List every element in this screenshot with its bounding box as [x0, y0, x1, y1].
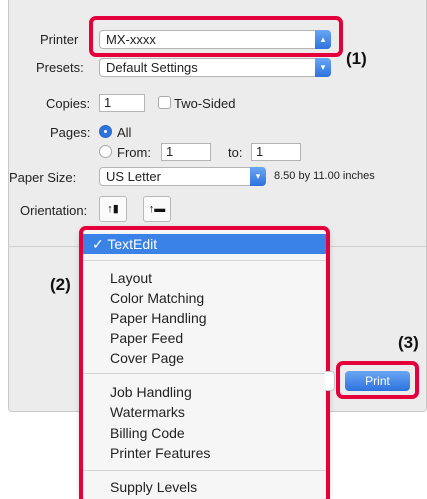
pages-label: Pages:	[50, 125, 91, 140]
orientation-label: Orientation:	[20, 203, 88, 218]
callout-3-label: (3)	[398, 333, 419, 352]
cancel-button[interactable]	[325, 371, 335, 391]
pages-from-label: From:	[117, 145, 151, 160]
callout-3-box	[336, 361, 419, 399]
paper-dimensions-text: 8.50 by 11.00 inches	[274, 170, 375, 182]
chevron-updown-icon: ▾	[250, 167, 266, 186]
presets-label: Presets:	[36, 60, 84, 75]
paper-size-label: Paper Size:	[9, 170, 77, 185]
pages-all-label: All	[117, 125, 132, 140]
copies-label: Copies:	[46, 96, 91, 111]
paper-size-value: US Letter	[106, 169, 161, 184]
pages-to-field[interactable]: 1	[251, 143, 301, 161]
paper-size-select[interactable]: US Letter ▾	[99, 167, 266, 186]
pages-to-label: to:	[228, 145, 243, 160]
pages-all-radio[interactable]	[99, 125, 112, 138]
presets-select[interactable]: Default Settings ▾	[99, 58, 331, 77]
callout-1-label: (1)	[346, 49, 367, 68]
two-sided-label: Two-Sided	[174, 96, 236, 111]
pages-from-radio[interactable]	[99, 145, 112, 158]
chevron-updown-icon: ▾	[315, 58, 331, 77]
two-sided-checkbox[interactable]	[158, 96, 171, 109]
callout-2-box	[79, 226, 330, 499]
printer-label: Printer	[40, 32, 79, 47]
landscape-icon[interactable]: ↑▬	[143, 196, 171, 222]
copies-field[interactable]: 1	[99, 94, 145, 112]
portrait-icon[interactable]: ↑▮	[99, 196, 127, 222]
callout-1-box	[89, 16, 343, 57]
callout-2-label: (2)	[50, 275, 71, 294]
pages-from-field[interactable]: 1	[161, 143, 211, 161]
presets-value: Default Settings	[106, 60, 198, 75]
